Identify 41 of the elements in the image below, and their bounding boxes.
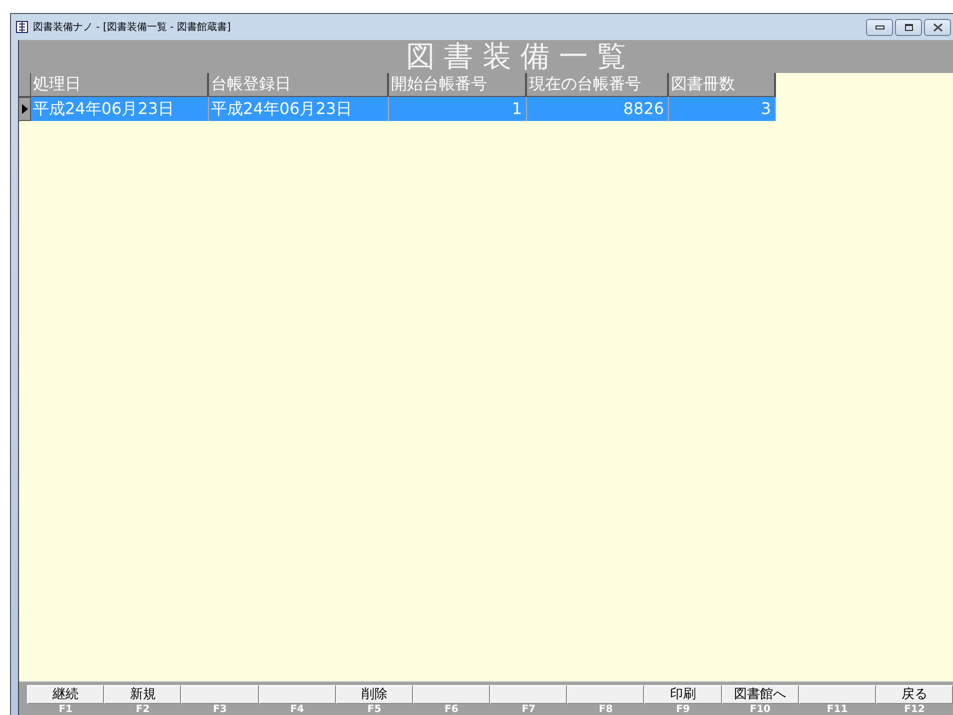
row-selector[interactable] [19,97,31,121]
current-row-icon [22,104,28,114]
function-key-label: F7 [520,704,537,715]
function-button[interactable] [567,685,644,704]
table-cell: 平成24年06月23日 [209,97,389,121]
minimize-button[interactable] [866,18,893,36]
table-cell: 3 [669,97,776,121]
function-key-label: F9 [675,704,691,715]
function-key-label: F6 [444,704,460,715]
table-cell: 1 [389,97,527,121]
function-button[interactable]: 戻る [876,685,953,704]
close-button[interactable] [924,18,951,36]
form-heading: 図 書 装 備 一 覧 [19,40,953,73]
function-button[interactable]: 印刷 [644,685,722,704]
window-title: 図書装備ナノ - [図書装備一覧 - 図書館蔵書] [33,20,231,34]
function-button[interactable]: 新規 [104,685,182,704]
function-button[interactable] [798,685,876,704]
table-cell: 平成24年06月23日 [31,97,209,121]
function-button[interactable] [258,685,336,704]
maximize-icon [904,22,914,32]
function-key-label: F10 [748,704,772,715]
function-key-label: F11 [826,704,849,715]
function-key-label: F12 [903,704,926,715]
function-key-label: F5 [366,704,382,715]
row-selector-header [19,73,31,97]
function-button[interactable]: 削除 [336,685,413,704]
function-key-label: F1 [58,704,74,715]
close-icon [932,22,942,32]
function-button[interactable] [181,685,259,704]
function-key-label: F2 [134,704,151,715]
minimize-icon [874,24,884,30]
maximize-button[interactable] [895,18,922,36]
function-button[interactable]: 継続 [27,685,104,704]
function-button[interactable] [412,685,490,704]
function-key-label: F3 [212,704,228,715]
table-cell: 8826 [527,97,669,121]
function-button[interactable]: 図書館へ [722,685,799,704]
function-key-label: F4 [289,704,305,715]
function-button[interactable] [490,685,568,704]
function-key-label: F8 [598,704,614,715]
app-icon [16,21,28,33]
